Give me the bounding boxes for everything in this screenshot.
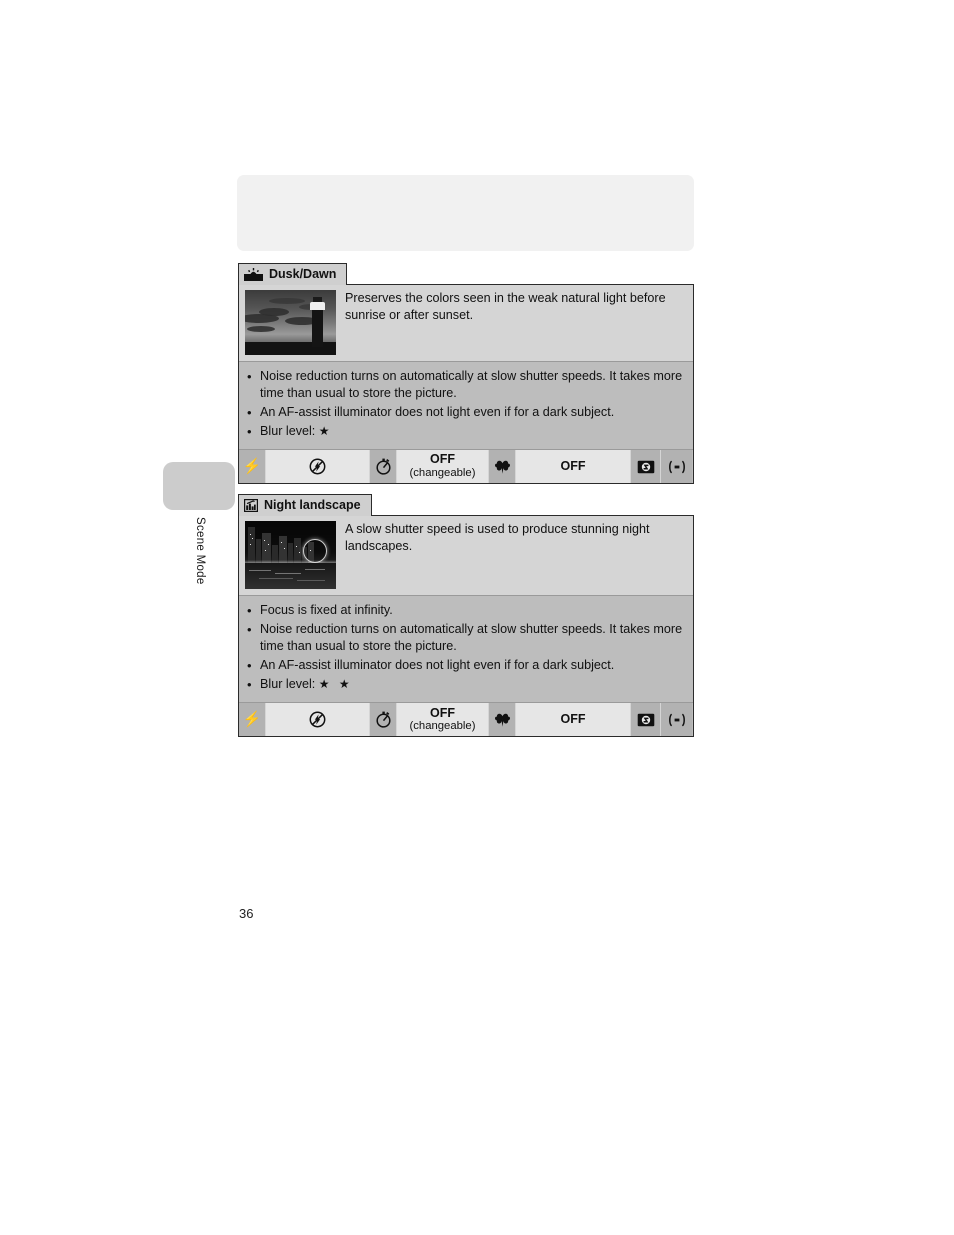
note-text: Focus is fixed at infinity. bbox=[260, 602, 393, 617]
section-title-tab: Night landscape bbox=[238, 494, 372, 516]
note-item-blur-level: • Blur level: ★ ★ bbox=[247, 676, 685, 694]
section-header: Dusk/Dawn bbox=[238, 263, 694, 285]
content-placeholder-block bbox=[237, 175, 694, 251]
note-text: An AF-assist illuminator does not light … bbox=[260, 658, 615, 673]
blur-level-label: Blur level: bbox=[260, 677, 316, 692]
self-timer-value: OFF (changeable) bbox=[397, 450, 489, 484]
exposure-compensation-icon bbox=[631, 450, 661, 484]
flash-off-icon bbox=[266, 450, 370, 484]
note-text: An AF-assist illuminator does not light … bbox=[260, 404, 615, 419]
bullet-icon: • bbox=[247, 368, 252, 384]
self-timer-icon bbox=[370, 450, 397, 484]
notes-list: • Focus is fixed at infinity. • Noise re… bbox=[239, 594, 693, 703]
section-body: A slow shutter speed is used to produce … bbox=[238, 514, 694, 738]
description-text: Preserves the colors seen in the weak na… bbox=[345, 290, 666, 323]
description-row: Preserves the colors seen in the weak na… bbox=[239, 283, 693, 361]
flash-icon: ⚡ bbox=[239, 703, 266, 737]
macro-value-text: OFF bbox=[560, 458, 586, 473]
exposure-compensation-icon bbox=[631, 703, 661, 737]
blur-level-stars: ★ bbox=[318, 424, 333, 439]
note-item: • Noise reduction turns on automatically… bbox=[247, 368, 685, 403]
self-timer-value-main: OFF bbox=[430, 452, 455, 467]
flash-icon: ⚡ bbox=[239, 450, 266, 484]
af-area-icon bbox=[661, 450, 692, 484]
dusk-dawn-icon bbox=[244, 268, 263, 281]
night-city-skyline-photo bbox=[245, 520, 336, 589]
self-timer-value-sub: (changeable) bbox=[409, 466, 476, 479]
side-tab-scene-mode bbox=[163, 462, 235, 510]
blur-level-row: Blur level: ★ bbox=[260, 423, 685, 441]
description-row: A slow shutter speed is used to produce … bbox=[239, 514, 693, 595]
bullet-icon: • bbox=[247, 404, 252, 420]
note-text: Noise reduction turns on automatically a… bbox=[260, 621, 683, 654]
blur-level-row: Blur level: ★ ★ bbox=[260, 676, 685, 694]
section-title: Dusk/Dawn bbox=[269, 267, 337, 282]
bullet-icon: • bbox=[247, 658, 252, 674]
blur-level-label: Blur level: bbox=[260, 424, 316, 439]
note-item: • Noise reduction turns on automatically… bbox=[247, 621, 685, 656]
flash-off-icon bbox=[266, 703, 370, 737]
side-tab-label: Scene Mode bbox=[194, 517, 206, 585]
bullet-icon: • bbox=[247, 677, 252, 693]
note-item-blur-level: • Blur level: ★ bbox=[247, 423, 685, 441]
section-title: Night landscape bbox=[264, 498, 361, 513]
settings-strip: ⚡ OFF (changeable) OFF bbox=[239, 449, 693, 484]
macro-value: OFF bbox=[516, 450, 631, 484]
bullet-icon: • bbox=[247, 602, 252, 618]
note-item: • Focus is fixed at infinity. bbox=[247, 602, 685, 620]
section-dusk-dawn: Dusk/Dawn Preserves the colors seen in t… bbox=[238, 263, 694, 485]
settings-strip: ⚡ OFF (changeable) OFF bbox=[239, 702, 693, 737]
macro-icon bbox=[489, 703, 516, 737]
bullet-icon: • bbox=[247, 621, 252, 637]
note-item: • An AF-assist illuminator does not ligh… bbox=[247, 657, 685, 675]
self-timer-value-sub: (changeable) bbox=[409, 720, 476, 733]
macro-value-text: OFF bbox=[560, 712, 586, 727]
night-landscape-icon bbox=[244, 499, 258, 512]
self-timer-icon bbox=[370, 703, 397, 737]
section-header-rule bbox=[371, 494, 694, 516]
note-item: • An AF-assist illuminator does not ligh… bbox=[247, 404, 685, 422]
notes-list: • Noise reduction turns on automatically… bbox=[239, 360, 693, 450]
macro-value: OFF bbox=[516, 703, 631, 737]
dusk-lighthouse-photo bbox=[245, 289, 336, 355]
section-body: Preserves the colors seen in the weak na… bbox=[238, 283, 694, 485]
section-night-landscape: Night landscape A slow shutter speed is … bbox=[238, 494, 694, 738]
af-area-icon bbox=[661, 703, 692, 737]
page-number: 36 bbox=[239, 906, 254, 921]
self-timer-value: OFF (changeable) bbox=[397, 703, 489, 737]
self-timer-value-main: OFF bbox=[430, 705, 455, 720]
blur-level-stars: ★ ★ bbox=[318, 677, 353, 692]
section-header: Night landscape bbox=[238, 494, 694, 516]
section-header-rule bbox=[347, 263, 694, 285]
section-title-tab: Dusk/Dawn bbox=[238, 263, 348, 285]
macro-icon bbox=[489, 450, 516, 484]
note-text: Noise reduction turns on automatically a… bbox=[260, 368, 683, 401]
description-text: A slow shutter speed is used to produce … bbox=[345, 521, 650, 554]
bullet-icon: • bbox=[247, 424, 252, 440]
